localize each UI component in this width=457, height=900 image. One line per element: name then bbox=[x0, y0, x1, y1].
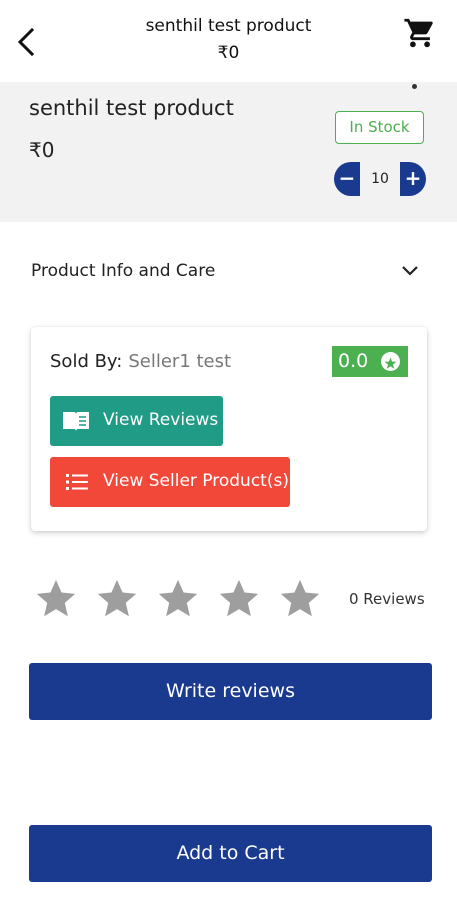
star-icon[interactable] bbox=[216, 576, 262, 622]
cart-button[interactable] bbox=[403, 16, 437, 50]
sold-by-label: Sold By: bbox=[50, 351, 123, 372]
shopping-cart-icon bbox=[404, 18, 433, 48]
list-icon bbox=[66, 474, 88, 490]
seller-rating-badge: 0.0 bbox=[332, 346, 408, 377]
header-title: senthil test product bbox=[145, 16, 312, 36]
indicator-dot bbox=[412, 84, 417, 89]
seller-rating-value: 0.0 bbox=[338, 350, 369, 372]
write-reviews-button[interactable]: Write reviews bbox=[29, 663, 432, 720]
chevron-down-icon bbox=[402, 266, 418, 276]
star-circle-icon bbox=[381, 352, 400, 371]
product-info-toggle[interactable]: Product Info and Care bbox=[0, 246, 457, 298]
product-summary: senthil test product ₹0 In Stock − 10 + bbox=[0, 82, 457, 222]
view-reviews-label: View Reviews bbox=[103, 410, 219, 430]
product-price: ₹0 bbox=[29, 138, 55, 162]
stock-badge: In Stock bbox=[335, 111, 424, 144]
seller-card: Sold By: Seller1 test 0.0 View Reviews Vi bbox=[31, 327, 427, 531]
view-seller-products-button[interactable]: View Seller Product(s) bbox=[50, 457, 290, 507]
product-info-label: Product Info and Care bbox=[31, 261, 216, 281]
view-seller-products-label: View Seller Product(s) bbox=[103, 471, 289, 491]
book-icon bbox=[63, 412, 89, 431]
increment-button[interactable]: + bbox=[400, 162, 426, 196]
seller-name[interactable]: Seller1 test bbox=[128, 351, 231, 372]
app-header: senthil test product ₹0 bbox=[0, 0, 457, 82]
star-icon[interactable] bbox=[155, 576, 201, 622]
star-icon[interactable] bbox=[33, 576, 79, 622]
quantity-value: 10 bbox=[371, 171, 389, 187]
sold-by: Sold By: Seller1 test bbox=[50, 351, 231, 372]
quantity-stepper: − 10 + bbox=[334, 162, 426, 196]
star-icon[interactable] bbox=[94, 576, 140, 622]
star-icon[interactable] bbox=[277, 576, 323, 622]
add-to-cart-button[interactable]: Add to Cart bbox=[29, 825, 432, 882]
star-rating[interactable] bbox=[33, 576, 333, 624]
decrement-button[interactable]: − bbox=[334, 162, 360, 196]
header-price: ₹0 bbox=[217, 43, 240, 63]
view-reviews-button[interactable]: View Reviews bbox=[50, 396, 223, 446]
product-name: senthil test product bbox=[29, 96, 234, 120]
reviews-count: 0 Reviews bbox=[349, 590, 425, 608]
